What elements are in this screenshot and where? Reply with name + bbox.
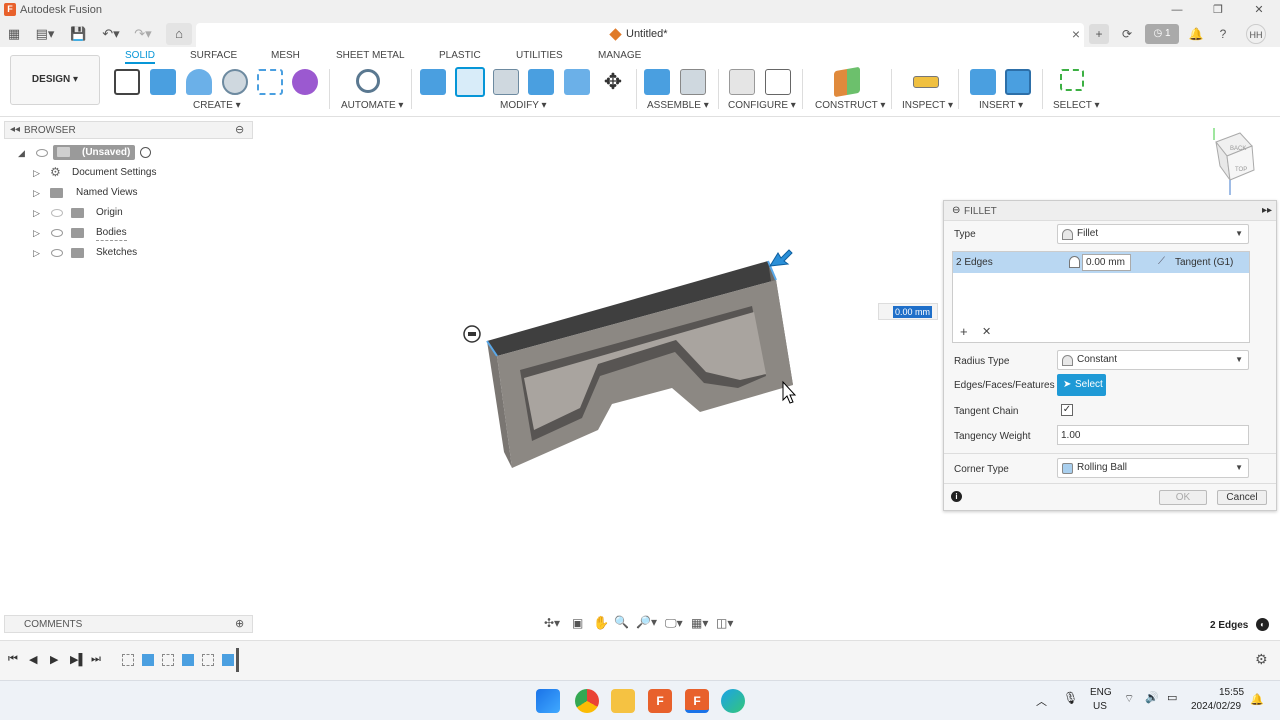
radius-field[interactable]: 0.00 mm bbox=[1082, 254, 1131, 271]
step-forward-icon[interactable]: ▶▌ bbox=[70, 653, 86, 666]
radius-type-dropdown[interactable]: Constant ▼ bbox=[1057, 350, 1249, 370]
clock-time[interactable]: 15:55 bbox=[1219, 687, 1244, 698]
model-body[interactable] bbox=[486, 260, 793, 468]
step-back-icon[interactable]: ◀ bbox=[29, 653, 37, 666]
continuity-value[interactable]: Tangent (G1) bbox=[1175, 257, 1233, 268]
timeline-extrude-icon[interactable] bbox=[182, 654, 194, 666]
comments-panel-header[interactable]: COMMENTS ⊕ bbox=[4, 615, 253, 633]
timeline-bar: ⏮ ◀ ▶ ▶▌ ⏭ ⚙ bbox=[0, 640, 1280, 680]
radius-distance-value[interactable]: 0.00 mm bbox=[893, 306, 933, 318]
play-icon[interactable]: ▶ bbox=[50, 653, 58, 666]
timeline-sketch-icon[interactable] bbox=[202, 654, 214, 666]
edge-browser-icon[interactable] bbox=[721, 689, 745, 713]
fillet-dialog-header[interactable]: ⊖ FILLET ▸▸ bbox=[944, 201, 1276, 221]
language-line2[interactable]: US bbox=[1093, 701, 1107, 712]
fusion-window: { "window": {"title": "Autodesk Fusion"}… bbox=[0, 0, 1280, 720]
battery-icon[interactable]: ▭ bbox=[1167, 691, 1177, 704]
corner-type-dropdown[interactable]: Rolling Ball ▼ bbox=[1057, 458, 1249, 478]
timeline-features bbox=[122, 648, 240, 672]
timeline-marker[interactable] bbox=[236, 648, 239, 672]
timeline-settings-gear-icon[interactable]: ⚙ bbox=[1255, 651, 1268, 668]
chevron-down-icon: ▼ bbox=[1235, 463, 1243, 472]
selection-set-row[interactable]: 2 Edges 0.00 mm ⟋ Tangent (G1) bbox=[953, 252, 1249, 273]
windows-taskbar: F F ︿ 🎙 ENG US ⌔ 🔊 ▭ 15:55 2024/02/29 🔔 bbox=[0, 680, 1280, 720]
add-selection-set-icon[interactable]: + bbox=[960, 324, 968, 339]
radius-icon bbox=[1069, 256, 1080, 268]
type-dropdown[interactable]: Fillet ▼ bbox=[1057, 224, 1249, 244]
radius-distance-input[interactable]: 0.00 mm ⋮ bbox=[878, 303, 955, 320]
chevron-down-icon: ▼ bbox=[1235, 229, 1243, 238]
go-to-end-icon[interactable]: ⏭ bbox=[91, 653, 101, 666]
microphone-icon[interactable]: 🎙 bbox=[1063, 691, 1078, 705]
notification-center-icon[interactable]: 🔔 bbox=[1250, 693, 1264, 706]
tangency-weight-label: Tangency Weight bbox=[954, 431, 1031, 442]
language-line1[interactable]: ENG bbox=[1090, 687, 1112, 698]
timeline-extrude-icon[interactable] bbox=[142, 654, 154, 666]
fusion-active-app-icon[interactable]: F bbox=[685, 689, 709, 713]
expand-dialog-icon[interactable]: ▸▸ bbox=[1262, 205, 1272, 216]
pan-hand-icon[interactable]: ✋ bbox=[593, 615, 609, 631]
cursor-arrow-icon: ➤ bbox=[1063, 379, 1072, 390]
windows-start-icon[interactable] bbox=[536, 689, 560, 713]
viewports-icon[interactable]: ◫▾ bbox=[716, 616, 733, 630]
cancel-button[interactable]: Cancel bbox=[1217, 490, 1267, 505]
comments-title: COMMENTS bbox=[24, 619, 83, 630]
zoom-icon[interactable]: 🔍 bbox=[614, 615, 629, 629]
grid-snaps-icon[interactable]: ▦▾ bbox=[691, 616, 708, 630]
divider bbox=[944, 483, 1276, 484]
navigation-bar: ✣▾ ▣ ✋ 🔍 🔎▾ 🖵▾ ▦▾ ◫▾ bbox=[541, 614, 738, 633]
radius-type-value: Constant bbox=[1077, 354, 1118, 365]
add-comment-icon[interactable]: ⊕ bbox=[235, 617, 244, 630]
type-label: Type bbox=[954, 229, 976, 240]
ok-button[interactable]: OK bbox=[1159, 490, 1207, 505]
timeline-extrude-icon[interactable] bbox=[222, 654, 234, 666]
tangency-weight-input[interactable]: 1.00 bbox=[1057, 425, 1249, 445]
corner-type-value: Rolling Ball bbox=[1077, 462, 1128, 473]
remove-selection-set-icon[interactable]: ✕ bbox=[982, 325, 991, 338]
radius-type-label: Radius Type bbox=[954, 356, 1010, 367]
select-button-label: Select bbox=[1075, 379, 1103, 390]
fillet-dialog: ⊖ FILLET ▸▸ Type Fillet ▼ 2 Edges 0.00 m… bbox=[943, 200, 1277, 511]
fillet-manipulator-arrow[interactable] bbox=[769, 249, 793, 267]
go-to-start-icon[interactable]: ⏮ bbox=[8, 653, 18, 666]
divider bbox=[944, 453, 1276, 454]
constant-radius-icon bbox=[1062, 355, 1073, 366]
volume-icon[interactable]: 🔊 bbox=[1145, 691, 1159, 704]
edge-handle-icon[interactable] bbox=[463, 325, 481, 343]
selection-edges-label: 2 Edges bbox=[956, 257, 993, 268]
file-explorer-icon[interactable] bbox=[611, 689, 635, 713]
type-value: Fillet bbox=[1077, 228, 1099, 239]
collapse-dialog-icon[interactable]: ⊖ bbox=[952, 205, 960, 216]
display-settings-icon[interactable]: 🖵▾ bbox=[665, 616, 683, 631]
viewcube-top-face: TOP bbox=[1235, 167, 1247, 173]
show-hidden-icons-icon[interactable]: ︿ bbox=[1036, 693, 1047, 709]
edge-selection-list[interactable]: 2 Edges 0.00 mm ⟋ Tangent (G1) + ✕ bbox=[952, 251, 1250, 343]
dialog-title: FILLET bbox=[964, 206, 997, 217]
info-icon[interactable]: i bbox=[951, 491, 962, 502]
timeline-sketch-icon[interactable] bbox=[122, 654, 134, 666]
look-at-icon[interactable]: ▣ bbox=[572, 616, 583, 630]
orbit-icon[interactable]: ✣▾ bbox=[544, 616, 560, 630]
tangent-chain-label: Tangent Chain bbox=[954, 406, 1019, 417]
chevron-down-icon: ▼ bbox=[1235, 355, 1243, 364]
corner-type-label: Corner Type bbox=[954, 464, 1009, 475]
selection-status: 2 Edges bbox=[1210, 620, 1249, 631]
edges-faces-features-label: Edges/Faces/Features bbox=[954, 380, 1055, 391]
wifi-icon[interactable]: ⌔ bbox=[1124, 692, 1134, 706]
viewcube[interactable]: BACK TOP bbox=[1213, 128, 1255, 195]
fillet-type-icon bbox=[1062, 229, 1073, 240]
selection-filter-icon[interactable]: ◐ bbox=[1256, 618, 1269, 631]
rolling-ball-icon bbox=[1062, 463, 1073, 474]
tangent-chain-checkbox[interactable]: ✓ bbox=[1061, 404, 1073, 416]
clock-date[interactable]: 2024/02/29 bbox=[1191, 701, 1241, 712]
timeline-sketch-icon[interactable] bbox=[162, 654, 174, 666]
select-edges-button[interactable]: ➤ Select bbox=[1057, 374, 1106, 396]
fusion-app-icon[interactable]: F bbox=[648, 689, 672, 713]
viewcube-back-face: BACK bbox=[1230, 146, 1246, 152]
tangent-continuity-icon: ⟋ bbox=[1158, 256, 1165, 267]
fit-zoom-icon[interactable]: 🔎▾ bbox=[636, 615, 657, 629]
chrome-icon[interactable] bbox=[575, 689, 599, 713]
